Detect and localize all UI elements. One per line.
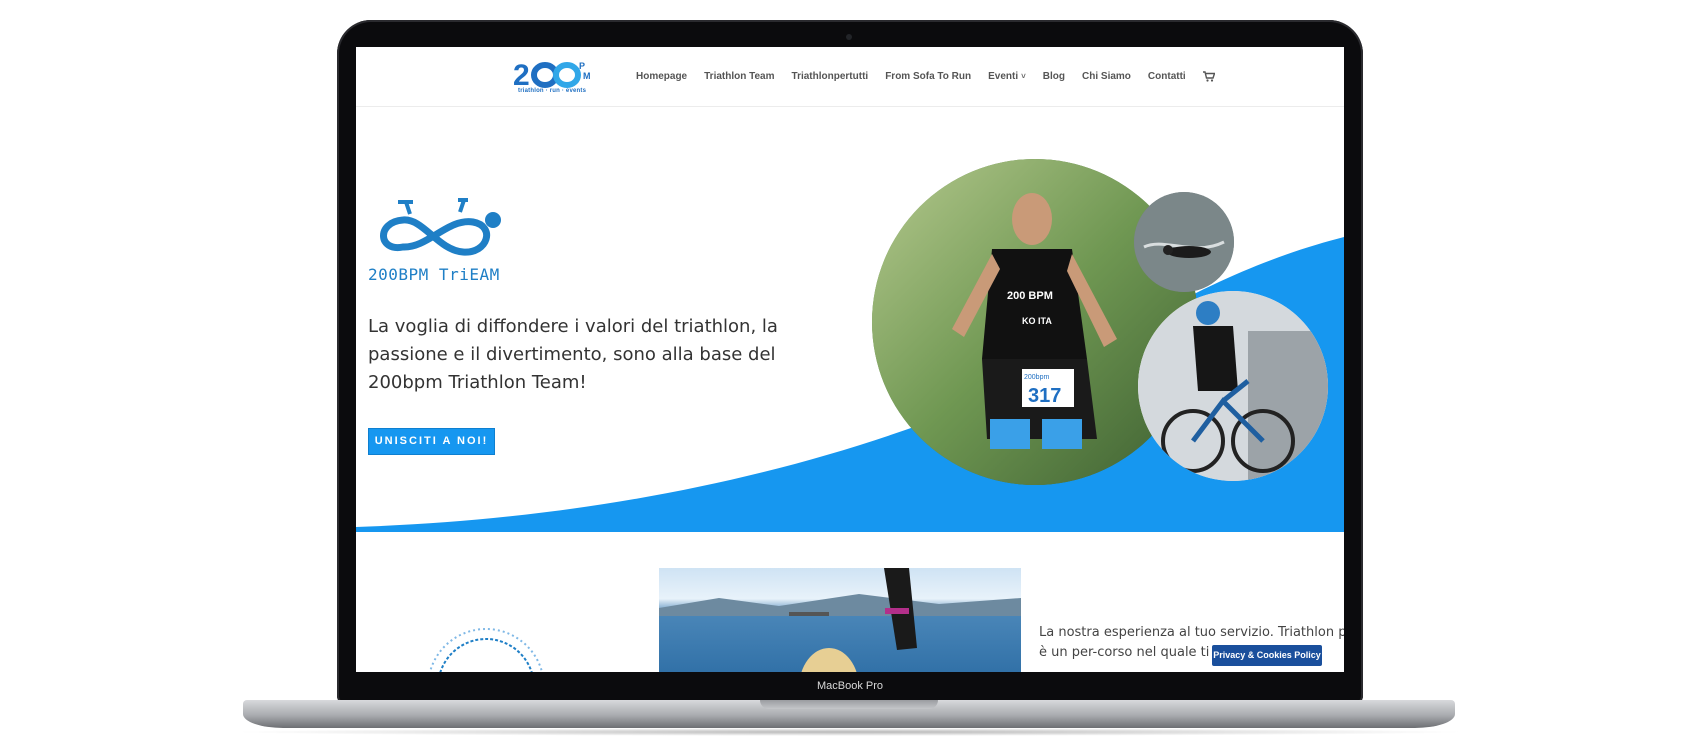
lake-illustration (659, 568, 1021, 672)
main-nav: Homepage Triathlon Team Triathlonpertutt… (636, 71, 1215, 82)
site-header: 2 P M triathlon · run · events Homepage … (356, 47, 1344, 107)
swimmer-lake-photo (659, 568, 1021, 672)
chevron-down-icon: ˅ (1021, 72, 1026, 81)
website-screen: 2 P M triathlon · run · events Homepage … (356, 47, 1344, 672)
camera-icon (846, 34, 852, 40)
privacy-cookies-button[interactable]: Privacy & Cookies Policy (1212, 645, 1322, 666)
jersey-text: 200 BPM (1007, 290, 1053, 302)
nav-triathlon-team[interactable]: Triathlon Team (704, 71, 774, 82)
jersey-code: KO ITA (1022, 316, 1052, 326)
laptop-notch (760, 700, 938, 709)
nav-chi-siamo[interactable]: Chi Siamo (1082, 71, 1131, 82)
bib-number: 317 (1028, 385, 1061, 407)
nav-eventi[interactable]: Eventi ˅ (988, 71, 1026, 82)
cart-icon[interactable] (1202, 71, 1215, 82)
logo-tagline: triathlon · run · events (518, 88, 587, 94)
nav-homepage[interactable]: Homepage (636, 71, 687, 82)
cyclist-illustration (1138, 291, 1328, 481)
device-label: MacBook Pro (816, 680, 884, 692)
swimmer-photo (1134, 192, 1234, 292)
swimmer-illustration (1134, 192, 1234, 292)
lower-text-line-1: La nostra esperienza al tuo servizio. Tr… (1039, 625, 1344, 640)
join-us-button[interactable]: UNISCITI A NOI! (368, 428, 495, 455)
nav-eventi-label: Eventi (988, 71, 1019, 82)
team-logo-text: 200BPM TriEAM (368, 265, 500, 284)
hero-headline: La voglia di diffondere i valori del tri… (368, 316, 778, 393)
laptop-shadow (230, 728, 1470, 736)
lower-text-line-2-start: è un per-corso nel quale ti sv (1039, 645, 1228, 660)
nav-contatti[interactable]: Contatti (1148, 71, 1186, 82)
nav-blog[interactable]: Blog (1043, 71, 1065, 82)
nav-triathlonpertutti[interactable]: Triathlonpertutti (792, 71, 869, 82)
svg-text:M: M (583, 71, 591, 81)
bib-header: 200bpm (1024, 374, 1049, 381)
cyclist-photo (1138, 291, 1328, 481)
nav-from-sofa-to-run[interactable]: From Sofa To Run (885, 71, 971, 82)
svg-text:P: P (579, 61, 585, 71)
lower-team-logo (428, 628, 544, 672)
